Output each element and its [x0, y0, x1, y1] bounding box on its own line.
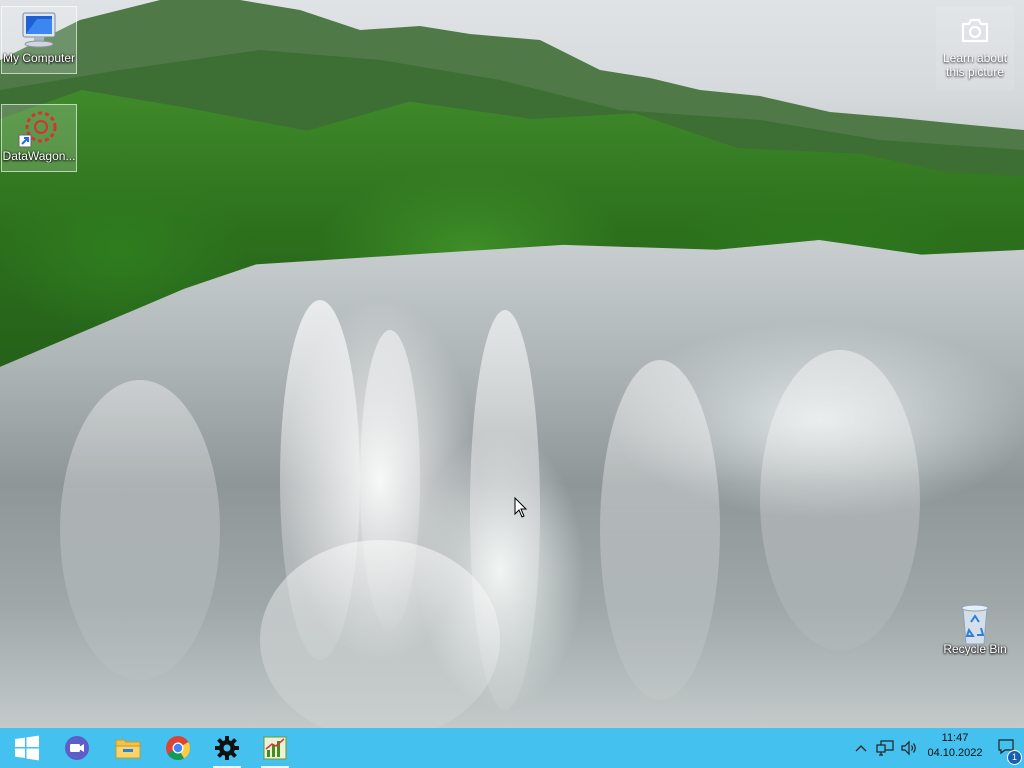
chrome-icon [166, 736, 190, 761]
learn-about-label-line1: Learn about [942, 51, 1008, 65]
notification-count-badge: 1 [1007, 750, 1022, 765]
speaker-icon [901, 740, 916, 756]
volume-tray-button[interactable] [898, 728, 920, 768]
clock-date: 04.10.2022 [927, 747, 983, 759]
windows-start-icon [15, 735, 39, 761]
desktop-icon-label: DataWagon... [2, 149, 76, 163]
show-hidden-icons-button[interactable] [852, 728, 870, 768]
taskbar-app-video-call[interactable] [55, 728, 99, 768]
recycle-bin-icon [951, 602, 999, 645]
desktop-icon-label: My Computer [2, 51, 76, 65]
notification-center-button[interactable]: 1 [994, 728, 1022, 768]
gear-icon [215, 736, 239, 760]
taskbar-clock[interactable]: 11:47 04.10.2022 [922, 731, 988, 761]
taskbar-app-settings[interactable] [205, 728, 249, 768]
desktop-icon-recycle-bin[interactable]: Recycle Bin [937, 598, 1013, 666]
video-call-icon [65, 736, 89, 760]
mouse-cursor-icon [514, 496, 528, 524]
clock-time: 11:47 [941, 732, 969, 744]
camera-icon [955, 11, 995, 51]
learn-about-picture-button[interactable]: Learn about this picture [936, 6, 1014, 90]
network-tray-button[interactable] [874, 728, 896, 768]
desktop-icon-datawagon[interactable]: DataWagon... [1, 104, 77, 172]
learn-about-label-line2: this picture [945, 65, 1005, 79]
taskbar-app-file-explorer[interactable] [106, 728, 150, 768]
desktop-icon-my-computer[interactable]: My Computer [1, 6, 77, 74]
taskbar-app-chart[interactable] [253, 728, 297, 768]
taskbar: 11:47 04.10.2022 1 [0, 728, 1024, 768]
start-button[interactable] [5, 728, 49, 768]
datawagon-shortcut-icon [15, 109, 63, 149]
waterfall [0, 240, 1024, 728]
network-icon [876, 740, 894, 756]
chevron-up-icon [855, 745, 867, 752]
desktop-wallpaper [0, 0, 1024, 728]
taskbar-app-chrome[interactable] [156, 728, 200, 768]
computer-icon [15, 11, 63, 51]
folder-icon [115, 739, 141, 759]
chart-app-icon [263, 736, 287, 760]
